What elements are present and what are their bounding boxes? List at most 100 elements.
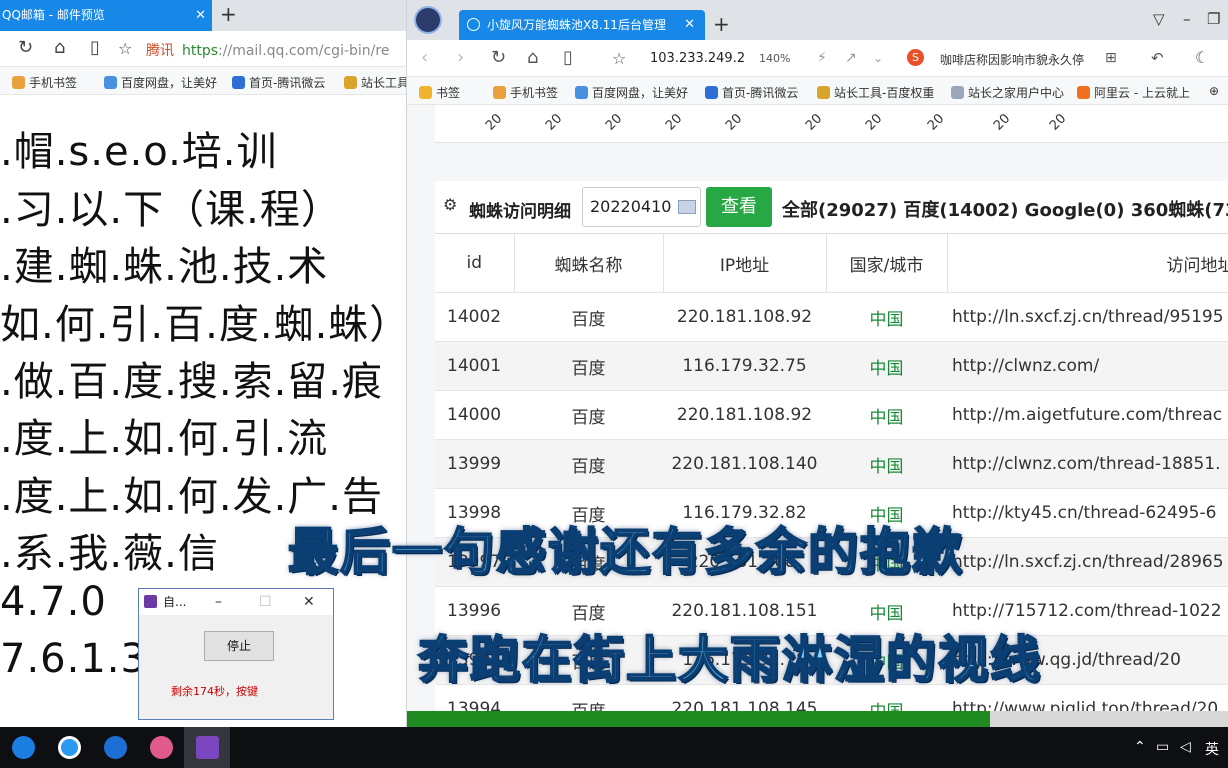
cell-ip: 116.179.32.75 bbox=[663, 341, 826, 391]
home-icon[interactable]: ⌂ bbox=[527, 47, 538, 68]
globe-icon[interactable]: ⊕ bbox=[1209, 84, 1219, 98]
network-icon[interactable]: ▭ bbox=[1156, 739, 1169, 755]
right-bookmarks-bar: 书签 手机书签 百度网盘，让美好 首页-腾讯微云 站长工具-百度权重 站长之家用… bbox=[407, 77, 1228, 105]
right-url-field[interactable]: 103.233.249.2 bbox=[650, 51, 745, 66]
tools-icon bbox=[817, 86, 830, 99]
view-button[interactable]: 查看 bbox=[706, 187, 772, 227]
cell-ip: 220.181.108.140 bbox=[663, 439, 826, 489]
cell-url[interactable]: http://kty45.cn/thread-62495-6 bbox=[947, 488, 1228, 538]
star-icon[interactable]: ☆ bbox=[118, 39, 132, 58]
shirt-icon[interactable]: ▽ bbox=[1153, 10, 1165, 28]
cell-id: 14002 bbox=[435, 292, 514, 342]
axis-tick: 20 bbox=[803, 111, 826, 134]
globe-icon bbox=[467, 18, 480, 31]
tools-icon bbox=[344, 76, 357, 89]
undo-icon[interactable]: ↶ bbox=[1151, 49, 1164, 67]
bookmark-item[interactable]: 首页-腾讯微云 bbox=[232, 74, 325, 91]
reader-icon[interactable]: ▯ bbox=[90, 37, 100, 58]
taskbar-app-k[interactable] bbox=[92, 727, 138, 768]
bookmark-item[interactable]: 百度网盘，让美好 bbox=[104, 74, 217, 91]
calendar-icon[interactable] bbox=[678, 200, 696, 214]
back-icon[interactable]: ‹ bbox=[421, 47, 428, 68]
left-active-tab[interactable]: QQ邮箱 - 邮件预览 ✕ bbox=[0, 0, 212, 31]
axis-tick: 20 bbox=[543, 111, 566, 134]
lightning-icon[interactable]: ⚡ bbox=[817, 50, 827, 66]
paint-icon bbox=[150, 736, 173, 759]
close-icon[interactable]: ✕ bbox=[195, 0, 206, 31]
close-icon[interactable]: ✕ bbox=[684, 10, 695, 40]
bookmark-item[interactable]: 站长之家用户中心 bbox=[951, 84, 1064, 101]
right-active-tab[interactable]: 小旋风万能蜘蛛池X8.11后台管理 ✕ bbox=[459, 10, 705, 40]
share-icon[interactable]: ↗ bbox=[845, 50, 857, 66]
cell-url[interactable]: http://clwnz.com/ bbox=[947, 341, 1228, 391]
news-ticker[interactable]: 咖啡店称因影响市貌永久停 bbox=[940, 51, 1084, 68]
bookmark-item[interactable]: 手机书签 bbox=[493, 84, 558, 101]
date-value: 20220410 bbox=[590, 197, 672, 216]
column-header[interactable]: 蜘蛛名称 bbox=[514, 233, 664, 293]
bookmark-item[interactable]: 阿里云 - 上云就上 bbox=[1077, 84, 1190, 101]
close-icon[interactable]: ✕ bbox=[303, 589, 315, 615]
dialog-titlebar[interactable]: 自... – ☐ ✕ bbox=[139, 589, 333, 615]
weiyun-icon bbox=[232, 76, 245, 89]
minimize-icon[interactable]: – bbox=[215, 589, 222, 615]
reload-icon[interactable]: ↻ bbox=[491, 47, 506, 68]
panel-header: ⚙ 蜘蛛访问明细 20220410 查看 全部(29027) 百度(14002)… bbox=[435, 181, 1228, 233]
weiyun-icon bbox=[705, 86, 718, 99]
avatar[interactable] bbox=[414, 6, 442, 34]
bookmark-item[interactable]: 手机书签 bbox=[12, 74, 77, 91]
minimize-icon[interactable]: – bbox=[1183, 10, 1191, 28]
text-line: .系.我.薇.信 bbox=[0, 531, 219, 577]
taskbar-app-colorful[interactable] bbox=[138, 727, 184, 768]
taskbar-app-active[interactable] bbox=[184, 727, 230, 768]
star-icon[interactable]: ☆ bbox=[612, 49, 626, 68]
home-icon[interactable]: ⌂ bbox=[54, 37, 65, 58]
input-language[interactable]: 英 bbox=[1205, 739, 1219, 759]
text-line: .度.上.如.何.引.流 bbox=[0, 416, 329, 462]
new-tab-icon[interactable]: + bbox=[713, 12, 730, 36]
column-header[interactable]: id bbox=[435, 233, 515, 293]
cell-url[interactable]: http://ln.sxcf.zj.cn/thread/28965 bbox=[947, 537, 1228, 587]
bookmark-item[interactable]: 首页-腾讯微云 bbox=[705, 84, 798, 101]
bookmark-item[interactable]: 百度网盘，让美好 bbox=[575, 84, 688, 101]
taskbar-app-browser[interactable] bbox=[46, 727, 92, 768]
cell-id: 13999 bbox=[435, 439, 514, 489]
cell-id: 14001 bbox=[435, 341, 514, 391]
column-header[interactable]: IP地址 bbox=[663, 233, 827, 293]
grid-icon[interactable]: ⊞ bbox=[1105, 50, 1117, 66]
bookmark-item[interactable]: 站长工具-百度权重 bbox=[817, 84, 934, 101]
zoom-level[interactable]: 140% bbox=[759, 52, 790, 65]
reader-icon[interactable]: ▯ bbox=[563, 47, 573, 68]
table-row: 13999 百度 220.181.108.140 中国 http://clwnz.com… bbox=[435, 439, 1228, 489]
reload-icon[interactable]: ↻ bbox=[18, 37, 33, 58]
moon-icon[interactable]: ☾ bbox=[1195, 48, 1209, 67]
bookmark-item[interactable]: 站长工具 bbox=[344, 74, 406, 91]
cell-url[interactable]: http://ln.sxcf.zj.cn/thread/95195 bbox=[947, 292, 1228, 342]
bookmark-item[interactable]: 书签 bbox=[419, 84, 460, 101]
taskbar-app-teamviewer[interactable] bbox=[0, 727, 46, 768]
right-tab-bar: 小旋风万能蜘蛛池X8.11后台管理 ✕ + ▽ – ❐ bbox=[407, 0, 1228, 40]
new-tab-icon[interactable]: + bbox=[220, 2, 237, 26]
search-engine-icon[interactable]: S bbox=[907, 49, 924, 66]
maximize-icon[interactable]: ☐ bbox=[259, 589, 272, 615]
chevron-down-icon[interactable]: ⌄ bbox=[873, 51, 883, 65]
table-header-row: id 蜘蛛名称 IP地址 国家/城市 访问地址 bbox=[435, 233, 1228, 293]
taskbar: ⌃ ▭ ◁ 英 bbox=[0, 727, 1228, 768]
axis-tick: 20 bbox=[1047, 111, 1070, 134]
right-browser-window: 小旋风万能蜘蛛池X8.11后台管理 ✕ + ▽ – ❐ ‹ › ↻ ⌂ ▯ ☆ … bbox=[407, 0, 1228, 727]
spider-stats: 全部(29027) 百度(14002) Google(0) 360蜘蛛(73) bbox=[782, 200, 1228, 221]
forward-icon[interactable]: › bbox=[457, 47, 464, 68]
column-header[interactable]: 访问地址 bbox=[947, 233, 1228, 293]
column-header[interactable]: 国家/城市 bbox=[826, 233, 948, 293]
scrollbar-thumb[interactable] bbox=[407, 711, 990, 727]
text-line: .习.以.下（课.程） bbox=[0, 187, 342, 233]
cell-url[interactable]: http://clwnz.com/thread-18851. bbox=[947, 439, 1228, 489]
stop-button[interactable]: 停止 bbox=[204, 631, 274, 661]
date-input[interactable]: 20220410 bbox=[582, 187, 701, 227]
chevron-up-icon[interactable]: ⌃ bbox=[1134, 739, 1146, 755]
left-url-field[interactable]: 腾讯 https://mail.qq.com/cgi-bin/re bbox=[142, 40, 389, 60]
volume-icon[interactable]: ◁ bbox=[1180, 739, 1191, 755]
restore-icon[interactable]: ❐ bbox=[1207, 10, 1220, 28]
cell-url[interactable]: http://m.aigetfuture.com/threac bbox=[947, 390, 1228, 440]
axis-tick: 20 bbox=[991, 111, 1014, 134]
horizontal-scrollbar[interactable] bbox=[407, 711, 1228, 727]
